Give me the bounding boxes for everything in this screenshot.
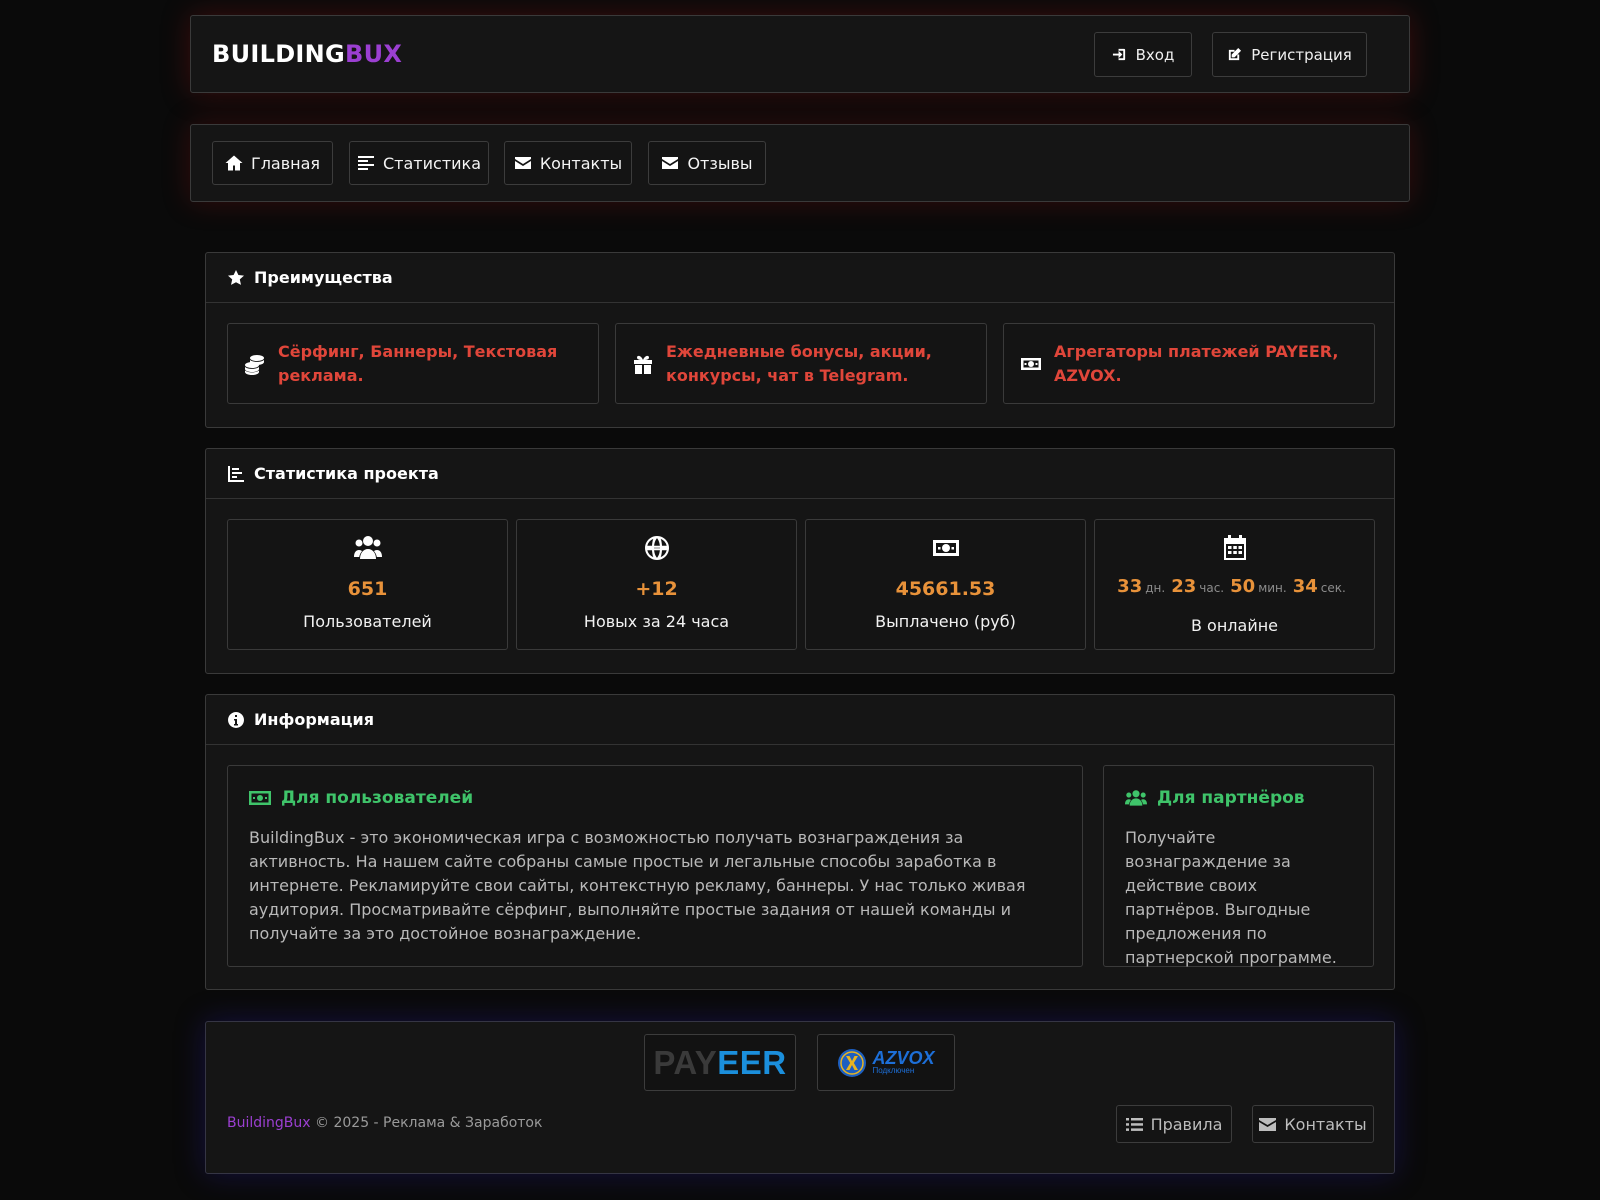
timer-days-unit: дн. (1145, 581, 1166, 595)
stat-value: 45661.53 (895, 578, 996, 600)
info-partners-text: Получайте вознаграждение за действие сво… (1125, 828, 1337, 967)
site-logo[interactable]: BUILDINGBUX (212, 40, 402, 68)
stat-label: Выплачено (руб) (875, 612, 1016, 631)
stat-paid-out: 45661.53 Выплачено (руб) (805, 519, 1086, 650)
azvox-name: AZVOX (872, 1048, 935, 1068)
gift-icon (634, 355, 652, 374)
money-bill-icon (249, 791, 271, 805)
advantage-card: Агрегаторы платежей PAYEER, AZVOX. (1003, 323, 1375, 404)
globe-icon (644, 536, 669, 560)
stats-header: Статистика проекта (206, 449, 1394, 499)
nav-item-stats[interactable]: Статистика (349, 141, 489, 185)
advantage-text: Агрегаторы платежей PAYEER, AZVOX. (1054, 341, 1339, 385)
login-button[interactable]: Вход (1094, 32, 1192, 77)
nav-item-label: Главная (250, 153, 321, 173)
stat-new-users: +12 Новых за 24 часа (516, 519, 797, 650)
payeer-logo: PAYEER (653, 1044, 786, 1082)
payeer-badge[interactable]: PAYEER (644, 1034, 796, 1091)
info-circle-icon (228, 711, 245, 728)
footer-contacts-label: Контакты (1284, 1114, 1367, 1134)
login-label: Вход (1135, 45, 1175, 64)
nav-item-label: Отзывы (687, 153, 753, 173)
footer-contacts-button[interactable]: Контакты (1252, 1105, 1374, 1143)
info-users-title: Для пользователей (249, 788, 1061, 808)
timer-minutes: 50 (1230, 576, 1256, 597)
money-bill-icon (1021, 357, 1041, 370)
chart-bar-icon (228, 465, 244, 482)
envelope-icon (1259, 1117, 1277, 1131)
timer-hours-unit: час. (1199, 581, 1225, 595)
copyright-text: © 2025 - Реклама & Заработок (315, 1115, 543, 1131)
edit-icon (1229, 47, 1242, 61)
stat-value: +12 (635, 578, 678, 600)
stat-value: 651 (347, 578, 388, 600)
sign-in-icon (1112, 48, 1125, 61)
advantage-text: Сёрфинг, Баннеры, Текстовая реклама. (278, 341, 558, 385)
home-icon (225, 155, 243, 171)
timer-minutes-unit: мин. (1258, 581, 1287, 595)
advantages-title: Преимущества (254, 268, 393, 287)
logo-main: BUILDING (212, 40, 346, 68)
stats-panel: Статистика проекта 651 Пользователей +12… (205, 448, 1395, 674)
info-title: Информация (254, 710, 374, 729)
rules-label: Правила (1150, 1114, 1223, 1134)
advantage-card: Ежедневные бонусы, акции, конкурсы, чат … (615, 323, 987, 404)
users-icon (1125, 790, 1147, 806)
timer-seconds-unit: сек. (1320, 581, 1346, 595)
register-label: Регистрация (1251, 45, 1352, 64)
calendar-icon (1223, 535, 1246, 560)
site-header: BUILDINGBUX Вход Регистрация (190, 15, 1410, 93)
nav-item-reviews[interactable]: Отзывы (648, 141, 766, 185)
info-partners-title: Для партнёров (1125, 788, 1352, 808)
info-panel: Информация Для пользователей BuildingBux… (205, 694, 1395, 990)
money-bill-icon (932, 540, 959, 556)
azvox-emblem-icon (838, 1048, 867, 1077)
timer-days: 33 (1117, 576, 1143, 597)
info-users-text: BuildingBux - это экономическая игра с в… (249, 828, 1026, 943)
copyright: BuildingBux © 2025 - Реклама & Заработок (227, 1115, 542, 1131)
logo-accent: BUX (345, 40, 403, 68)
timer-seconds: 34 (1292, 576, 1318, 597)
info-partners-heading: Для партнёров (1157, 788, 1305, 808)
online-timer: 33 дн. 23 час. 50 мин. 34 сек. (1095, 576, 1374, 597)
nav-item-label: Контакты (539, 153, 623, 173)
stats-title: Статистика проекта (254, 464, 439, 483)
advantage-card: Сёрфинг, Баннеры, Текстовая реклама. (227, 323, 599, 404)
site-footer: PAYEER AZVOX Подключен BuildingBux © 202… (205, 1021, 1395, 1174)
nav-item-label: Статистика (383, 153, 481, 173)
advantages-header: Преимущества (206, 253, 1394, 303)
rules-button[interactable]: Правила (1116, 1105, 1232, 1143)
nav-item-contacts[interactable]: Контакты (504, 141, 632, 185)
info-partners-card: Для партнёров Получайте вознаграждение з… (1103, 765, 1374, 967)
stat-label: В онлайне (1190, 616, 1279, 635)
users-icon (353, 536, 382, 559)
payeer-logo-pay: PAY (653, 1043, 718, 1081)
envelope-icon (662, 157, 679, 169)
stat-online: 33 дн. 23 час. 50 мин. 34 сек. В онлайне (1094, 519, 1375, 650)
footer-brand-link[interactable]: BuildingBux (227, 1115, 311, 1131)
azvox-badge[interactable]: AZVOX Подключен (817, 1034, 955, 1091)
info-users-card: Для пользователей BuildingBux - это экон… (227, 765, 1083, 967)
info-header: Информация (206, 695, 1394, 745)
stat-users: 651 Пользователей (227, 519, 508, 650)
advantage-text: Ежедневные бонусы, акции, конкурсы, чат … (666, 341, 932, 385)
coins-icon (245, 354, 264, 375)
payeer-logo-eer: EER (717, 1043, 787, 1081)
list-icon (1125, 1117, 1143, 1131)
main-nav: Главная Статистика Контакты Отзывы (190, 124, 1410, 202)
info-users-heading: Для пользователей (281, 788, 474, 808)
nav-item-home[interactable]: Главная (212, 141, 333, 185)
advantages-panel: Преимущества Сёрфинг, Баннеры, Текстовая… (205, 252, 1395, 428)
azvox-logo: AZVOX Подключен (837, 1048, 935, 1078)
align-left-icon (358, 156, 374, 170)
star-icon (228, 269, 244, 285)
stat-label: Пользователей (303, 612, 432, 631)
stat-label: Новых за 24 часа (583, 612, 730, 631)
timer-hours: 23 (1171, 576, 1197, 597)
register-button[interactable]: Регистрация (1212, 32, 1367, 77)
envelope-icon (514, 157, 531, 169)
